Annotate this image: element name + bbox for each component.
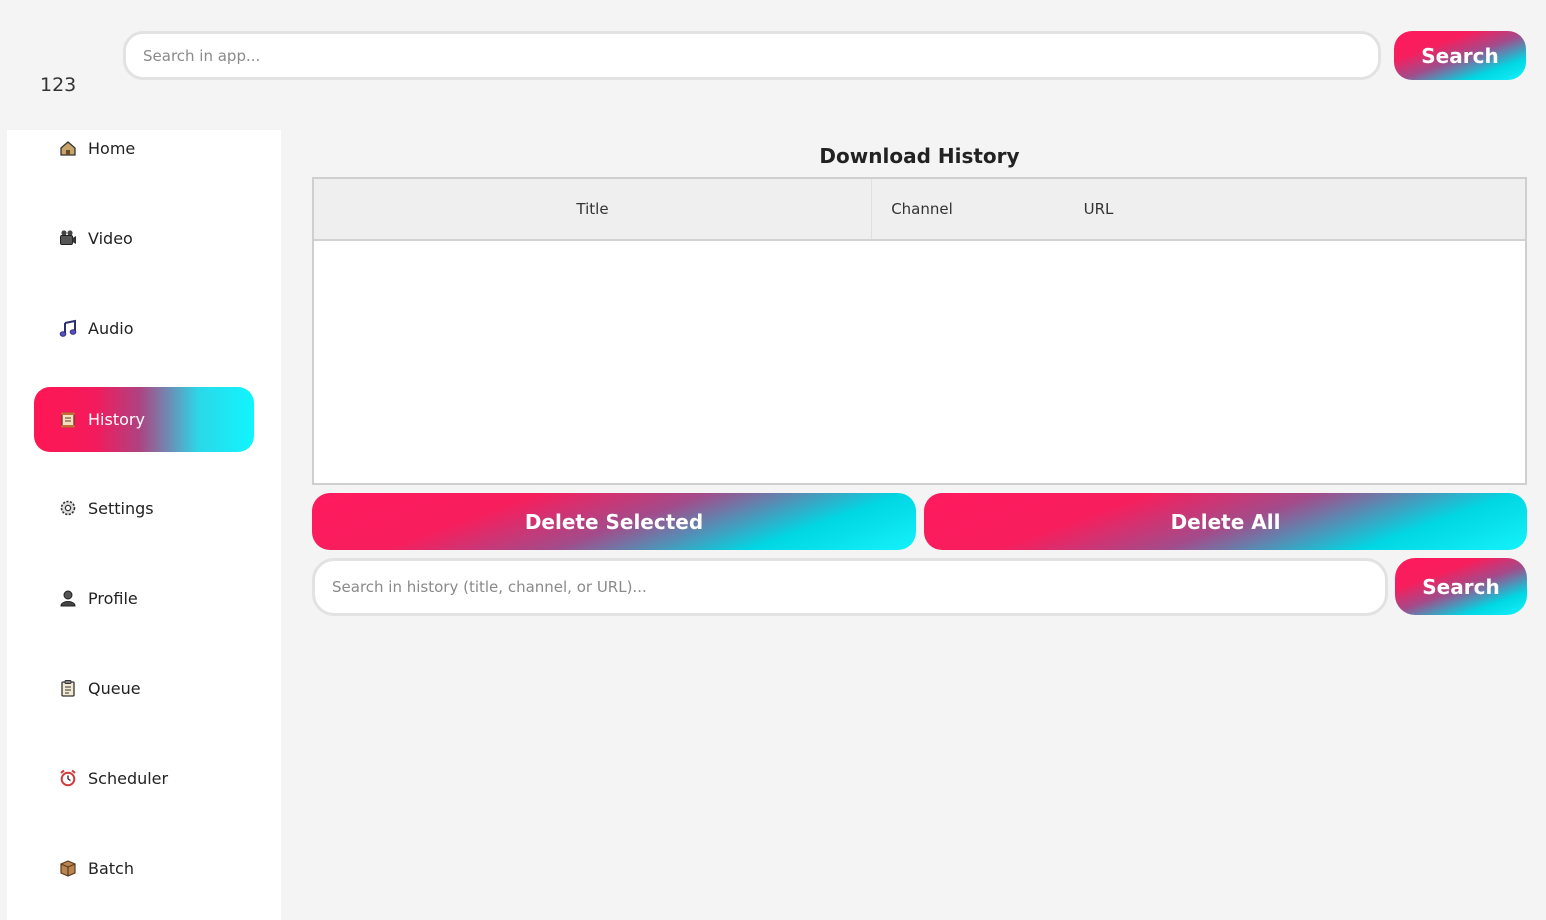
sidebar-item-history[interactable]: History xyxy=(34,387,254,452)
package-icon xyxy=(59,859,77,877)
history-search-button[interactable]: Search xyxy=(1395,558,1527,615)
app-logo-text: 123 xyxy=(40,74,77,96)
sidebar-item-label: Audio xyxy=(88,318,134,338)
column-header-url[interactable]: URL xyxy=(972,179,1525,239)
sidebar: Home Video Audio History Settings Profil… xyxy=(7,130,281,920)
video-camera-icon xyxy=(59,229,77,247)
table-header-row: Title Channel URL xyxy=(314,179,1525,241)
history-search-input[interactable] xyxy=(312,558,1388,616)
music-note-icon xyxy=(59,319,77,337)
sidebar-item-profile[interactable]: Profile xyxy=(34,566,254,630)
sidebar-item-batch[interactable]: Batch xyxy=(34,836,254,900)
home-icon xyxy=(59,139,77,157)
sidebar-item-label: Batch xyxy=(88,858,134,878)
scroll-icon xyxy=(59,411,77,429)
gear-icon xyxy=(59,499,77,517)
sidebar-item-label: Video xyxy=(88,228,133,248)
sidebar-item-label: Queue xyxy=(88,678,141,698)
column-header-title[interactable]: Title xyxy=(314,179,872,239)
sidebar-item-label: Home xyxy=(88,138,136,158)
delete-selected-button[interactable]: Delete Selected xyxy=(312,493,916,550)
sidebar-item-label: Settings xyxy=(88,498,154,518)
delete-all-button[interactable]: Delete All xyxy=(924,493,1527,550)
sidebar-item-audio[interactable]: Audio xyxy=(34,296,254,360)
sidebar-item-queue[interactable]: Queue xyxy=(34,656,254,720)
app-search-input[interactable] xyxy=(123,31,1381,80)
clipboard-icon xyxy=(59,679,77,697)
table-body xyxy=(314,241,1525,485)
alarm-clock-icon xyxy=(59,769,77,787)
sidebar-item-label: Profile xyxy=(88,588,138,608)
user-icon xyxy=(59,589,77,607)
sidebar-item-home[interactable]: Home xyxy=(34,130,254,180)
sidebar-item-video[interactable]: Video xyxy=(34,206,254,270)
history-table: Title Channel URL xyxy=(312,177,1527,485)
sidebar-item-scheduler[interactable]: Scheduler xyxy=(34,746,254,810)
sidebar-item-label: History xyxy=(88,410,145,429)
sidebar-item-settings[interactable]: Settings xyxy=(34,476,254,540)
app-search-button[interactable]: Search xyxy=(1394,31,1526,80)
page-title: Download History xyxy=(819,144,1020,168)
sidebar-item-label: Scheduler xyxy=(88,768,169,788)
app-window: 123 Search Home Video Audio History xyxy=(0,0,1546,920)
column-header-channel[interactable]: Channel xyxy=(872,179,972,239)
